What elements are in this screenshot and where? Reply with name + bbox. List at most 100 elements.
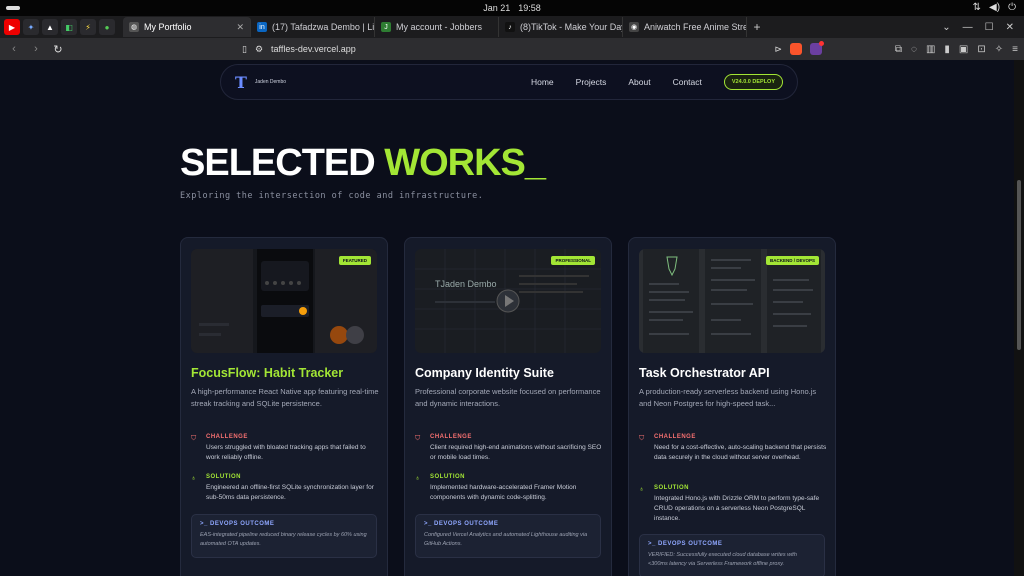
lightbulb-icon: ♁ <box>191 475 197 482</box>
lightbulb-icon: ♁ <box>639 486 645 493</box>
solution-text: Engineered an offline-first SQLite synch… <box>206 484 374 501</box>
project-thumbnail[interactable]: FEATURED <box>191 249 377 353</box>
close-tab-icon[interactable]: ✕ <box>228 22 244 33</box>
system-tray[interactable]: ⇅ ◀) ⏻ <box>973 2 1016 13</box>
solution-section: ♁ SOLUTION Engineered an offline-first SQ… <box>191 474 381 503</box>
devops-text: Configured Vercel Analytics and automate… <box>424 532 588 547</box>
tab-jobbers[interactable]: J My account - Jobbers <box>375 17 499 37</box>
project-thumbnail[interactable]: BACKEND / DEVOPS <box>639 249 825 353</box>
challenge-section: ⛉ CHALLENGE Users struggled with bloated … <box>191 434 381 463</box>
clock[interactable]: Jan 21 19:58 <box>483 3 541 13</box>
bookmark-icon[interactable]: ▯ <box>242 44 247 55</box>
forward-icon[interactable]: › <box>28 43 44 55</box>
project-card-company-identity[interactable]: TJaden Dembo PROFESSIONAL Company Identi… <box>404 237 612 576</box>
globe-icon: ◍ <box>129 22 139 32</box>
devops-label: DEVOPS OUTCOME <box>210 521 275 527</box>
challenge-section: ⛉ CHALLENGE Client required high-end anim… <box>415 434 605 463</box>
terminal-icon: >_ <box>424 521 435 527</box>
nav-about[interactable]: About <box>628 77 650 87</box>
challenge-label: CHALLENGE <box>430 434 472 440</box>
project-title[interactable]: Task Orchestrator API <box>639 366 770 380</box>
reload-icon[interactable]: ↻ <box>50 43 66 56</box>
solution-label: SOLUTION <box>430 474 465 480</box>
logo-name: Jaden Dembo <box>254 79 287 85</box>
page-scrollbar[interactable] <box>1014 60 1024 576</box>
site-info-icon[interactable]: ⚙ <box>255 44 263 55</box>
devops-outcome-box: >_ DEVOPS OUTCOME EAS-integrated pipelin… <box>191 514 377 558</box>
project-title[interactable]: FocusFlow: Habit Tracker <box>191 366 343 380</box>
site-logo[interactable]: T Jaden Dembo <box>235 73 286 92</box>
project-title[interactable]: Company Identity Suite <box>415 366 554 380</box>
solution-text: Integrated Hono.js with Drizzle ORM to p… <box>654 495 820 522</box>
page-subtitle: Exploring the intersection of code and i… <box>180 191 484 201</box>
url-text[interactable]: taffles-dev.vercel.app <box>271 44 766 54</box>
sidebar-icon[interactable]: ▮ <box>944 44 950 55</box>
activities-indicator[interactable] <box>6 6 20 10</box>
devops-text: VERIFIED: Successfully executed cloud da… <box>648 552 797 567</box>
sparkle-icon[interactable]: ✦ <box>23 19 39 35</box>
solution-label: SOLUTION <box>654 485 689 491</box>
challenge-text: Need for a cost-effective, auto-scaling … <box>654 444 827 461</box>
nav-links: Home Projects About Contact V24.0.0 DEPL… <box>531 74 783 90</box>
lightbulb-icon: ♁ <box>415 475 421 482</box>
pinned-tabs: ▶ ✦ ▲ ◧ ⚡ ● <box>0 19 115 35</box>
wallet-icon[interactable]: ▣ <box>959 44 968 55</box>
project-description: A high-performance React Native app feat… <box>191 387 379 408</box>
circle-logo-icon[interactable]: ● <box>99 19 115 35</box>
badge-professional: PROFESSIONAL <box>551 256 595 265</box>
minimize-icon[interactable]: — <box>963 22 973 33</box>
tab-my-portfolio[interactable]: ◍ My Portfolio ✕ <box>123 17 251 37</box>
share-icon[interactable]: ⊳ <box>774 44 782 55</box>
youtube-icon[interactable]: ▶ <box>4 19 20 35</box>
tab-search-icon[interactable]: ⌄ <box>942 22 950 33</box>
square-logo-icon[interactable]: ◧ <box>61 19 77 35</box>
bolt-icon[interactable]: ⚡ <box>80 19 96 35</box>
url-field[interactable]: ▯ ⚙ taffles-dev.vercel.app ⊳ <box>242 41 824 57</box>
page-title: SELECTED WORKS_ <box>180 142 546 185</box>
devops-label: DEVOPS OUTCOME <box>658 541 723 547</box>
challenge-text: Client required high-end animations with… <box>430 444 602 461</box>
back-icon[interactable]: ‹ <box>6 43 22 55</box>
terminal-icon: >_ <box>648 541 659 547</box>
terminal-icon: >_ <box>200 521 211 527</box>
challenge-label: CHALLENGE <box>654 434 696 440</box>
triangle-icon[interactable]: ▲ <box>42 19 58 35</box>
tab-aniwatch[interactable]: ◉ Aniwatch Free Anime Strea <box>623 17 747 37</box>
extensions-icon[interactable]: ⧉ <box>895 44 902 55</box>
devops-text: EAS-integrated pipeline reduced binary r… <box>200 532 367 547</box>
linkedin-icon: in <box>257 22 267 32</box>
bookmarks-icon[interactable]: ▥ <box>926 44 935 55</box>
project-card-focusflow[interactable]: FEATURED FocusFlow: Habit Tracker A high… <box>180 237 388 576</box>
leo-icon[interactable]: ◌ <box>911 44 917 55</box>
deploy-version-button[interactable]: V24.0.0 DEPLOY <box>723 74 783 90</box>
project-card-task-orchestrator[interactable]: BACKEND / DEVOPS Task Orchestrator API A… <box>628 237 836 576</box>
solution-section: ♁ SOLUTION Implemented hardware-accelerat… <box>415 474 605 503</box>
project-thumbnail[interactable]: TJaden Dembo PROFESSIONAL <box>415 249 601 353</box>
scrollbar-thumb[interactable] <box>1017 180 1021 350</box>
project-description: A production-ready serverless backend us… <box>639 387 817 408</box>
menu-icon[interactable]: ≡ <box>1012 44 1018 55</box>
new-tab-button[interactable]: + <box>747 20 767 34</box>
nav-contact[interactable]: Contact <box>673 77 702 87</box>
close-window-icon[interactable]: ✕ <box>1006 22 1014 33</box>
project-description: Professional corporate website focused o… <box>415 387 601 408</box>
web-page: T Jaden Dembo Home Projects About Contac… <box>0 60 1014 576</box>
tab-title: (8)TikTok - Make Your Day <box>520 22 623 32</box>
brave-rewards-icon[interactable] <box>810 41 824 55</box>
tab-linkedin[interactable]: in (17) Tafadzwa Dembo | Link <box>251 17 375 37</box>
jobbers-icon: J <box>381 22 391 32</box>
devops-outcome-box: >_ DEVOPS OUTCOME Configured Vercel Anal… <box>415 514 601 558</box>
ai-icon[interactable]: ✧ <box>995 44 1003 55</box>
devops-outcome-box: >_ DEVOPS OUTCOME VERIFIED: Successfully… <box>639 534 825 576</box>
nav-home[interactable]: Home <box>531 77 554 87</box>
nav-projects[interactable]: Projects <box>576 77 607 87</box>
vpn-icon[interactable]: ⊡ <box>977 44 985 55</box>
challenge-text: Users struggled with bloated tracking ap… <box>206 444 366 461</box>
brave-shields-icon[interactable] <box>790 43 802 55</box>
tab-title: (17) Tafadzwa Dembo | Link <box>272 22 375 32</box>
challenge-section: ⛉ CHALLENGE Need for a cost-effective, au… <box>639 434 829 463</box>
tab-tiktok[interactable]: ♪ (8)TikTok - Make Your Day <box>499 17 623 37</box>
volume-icon: ◀) <box>989 2 1001 13</box>
maximize-icon[interactable]: ☐ <box>985 22 994 33</box>
badge-backend-devops: BACKEND / DEVOPS <box>765 256 819 265</box>
